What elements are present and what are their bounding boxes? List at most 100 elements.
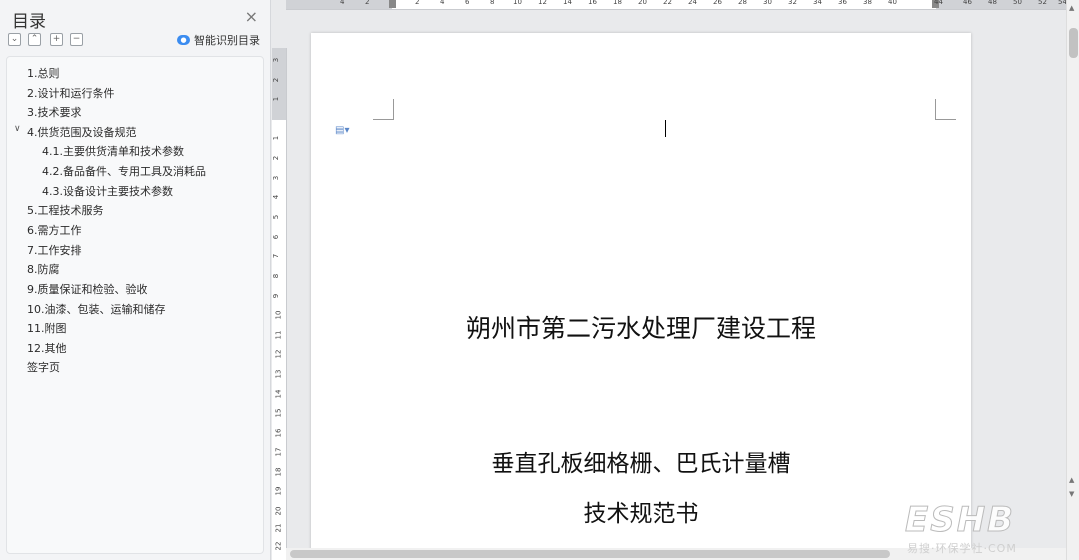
ruler-number: 18 [613, 0, 622, 6]
toc-list: 1.总则 2.设计和运行条件 3.技术要求 ∨ 4.供货范围及设备规范 4.1.… [6, 56, 264, 554]
ruler-number: 34 [813, 0, 822, 6]
left-indent-marker[interactable] [389, 0, 396, 8]
ruler-number: 2 [415, 0, 420, 6]
ruler-number: 4 [340, 0, 345, 6]
ruler-number: 21 [274, 523, 283, 533]
toc-subitem[interactable]: 4.2.备品备件、专用工具及消耗品 [42, 163, 206, 179]
ruler-number: 48 [988, 0, 997, 6]
vertical-ruler[interactable]: 3 2 1 1 2 3 4 5 6 7 8 9 10 11 12 13 14 1… [272, 48, 287, 560]
ruler-number: 3 [272, 57, 281, 63]
scrollbar-thumb[interactable] [1069, 28, 1078, 58]
navigation-pane: 目录 × ⌄ ⌃ + − ● 智能识别目录 1.总则 2.设计和运行条件 3.技… [0, 0, 271, 560]
ruler-number: 2 [272, 77, 281, 83]
ruler-number: 2 [365, 0, 370, 6]
ruler-number: 4 [440, 0, 445, 6]
ruler-number: 46 [963, 0, 972, 6]
cloud-ai-icon: ● [177, 35, 190, 45]
ruler-number: 16 [588, 0, 597, 6]
watermark-logo: ESHB 易搜·环保学社·COM [904, 500, 1070, 558]
ruler-number: 38 [863, 0, 872, 6]
text-cursor [665, 120, 666, 137]
ruler-number: 13 [274, 369, 283, 379]
toc-item[interactable]: 4.供货范围及设备规范 [27, 124, 137, 140]
ruler-number: 8 [272, 273, 281, 279]
ruler-number: 1 [272, 96, 281, 102]
ruler-margin-left [286, 0, 392, 9]
ruler-number: 7 [272, 253, 281, 259]
toc-item[interactable]: 2.设计和运行条件 [27, 85, 115, 101]
smart-toc-label: 智能识别目录 [194, 34, 260, 47]
ruler-number: 4 [272, 194, 281, 200]
toc-item[interactable]: 5.工程技术服务 [27, 202, 104, 218]
toc-item[interactable]: 8.防腐 [27, 261, 60, 277]
ruler-number: 2 [272, 155, 281, 161]
ruler-number: 32 [788, 0, 797, 6]
ruler-number: 14 [274, 389, 283, 399]
ruler-number: 12 [538, 0, 547, 6]
document-title: 朔州市第二污水处理厂建设工程 [465, 314, 816, 343]
ruler-number: 24 [688, 0, 697, 6]
scroll-down-icon[interactable]: ▼ [1069, 490, 1074, 498]
ruler-number: 50 [1013, 0, 1022, 6]
toc-item[interactable]: 12.其他 [27, 340, 67, 356]
ruler-number: 26 [713, 0, 722, 6]
ruler-number: 20 [274, 506, 283, 516]
paragraph-layout-icon[interactable]: ▤▾ [335, 125, 349, 136]
nav-title: 目录 [12, 12, 46, 32]
toc-item[interactable]: 9.质量保证和检验、验收 [27, 281, 148, 297]
document-subtitle: 技术规范书 [583, 501, 699, 527]
ruler-number: 11 [274, 330, 283, 340]
remove-heading-icon[interactable]: − [70, 33, 83, 46]
ruler-number: 17 [274, 447, 283, 457]
scroll-up-icon[interactable]: ▲ [1069, 476, 1074, 484]
ruler-number: 40 [888, 0, 897, 6]
ruler-number: 8 [490, 0, 495, 6]
ruler-number: 28 [738, 0, 747, 6]
ruler-number: 30 [763, 0, 772, 6]
smart-toc-button[interactable]: ● 智能识别目录 [177, 32, 260, 48]
ruler-number: 5 [272, 214, 281, 220]
nav-toolbar: ⌄ ⌃ + − ● 智能识别目录 [8, 32, 264, 50]
toc-item[interactable]: 签字页 [27, 359, 60, 375]
toc-item[interactable]: 10.油漆、包装、运输和储存 [27, 301, 166, 317]
ruler-number: 12 [274, 349, 283, 359]
watermark-small: 易搜·环保学社·COM [907, 542, 1017, 555]
toc-item[interactable]: 11.附图 [27, 320, 67, 336]
ruler-number: 18 [274, 467, 283, 477]
expand-all-icon[interactable]: ⌃ [28, 33, 41, 46]
close-icon[interactable]: × [245, 7, 258, 26]
chevron-down-icon[interactable]: ∨ [14, 124, 21, 134]
ruler-number: 22 [274, 541, 283, 551]
ruler-number: 10 [274, 310, 283, 320]
ruler-number: 36 [838, 0, 847, 6]
toc-subitem[interactable]: 4.3.设备设计主要技术参数 [42, 183, 173, 199]
toc-item[interactable]: 3.技术要求 [27, 104, 82, 120]
toc-item[interactable]: 1.总则 [27, 65, 60, 81]
ruler-number: 52 [1038, 0, 1047, 6]
ruler-number: 15 [274, 408, 283, 418]
ruler-number: 6 [272, 234, 281, 240]
horizontal-ruler[interactable]: 4 2 2 4 6 8 10 12 14 16 18 20 22 24 26 2… [286, 0, 1067, 10]
nav-header: 目录 × [10, 4, 262, 32]
ruler-number: 14 [563, 0, 572, 6]
add-heading-icon[interactable]: + [50, 33, 63, 46]
ruler-number: 20 [638, 0, 647, 6]
toc-item[interactable]: 7.工作安排 [27, 242, 82, 258]
ruler-number: 6 [465, 0, 470, 6]
ruler-number: 1 [272, 135, 281, 141]
scrollbar-thumb[interactable] [290, 550, 890, 558]
ruler-number: 9 [272, 293, 281, 299]
ruler-number: 19 [274, 486, 283, 496]
vertical-scrollbar[interactable]: ▲ ▲ ▼ [1066, 0, 1079, 560]
toc-subitem[interactable]: 4.1.主要供货清单和技术参数 [42, 143, 184, 159]
ruler-number: 16 [274, 428, 283, 438]
scroll-up-icon[interactable]: ▲ [1069, 4, 1074, 12]
toc-item[interactable]: 6.需方工作 [27, 222, 82, 238]
margin-corner-mark [373, 99, 394, 120]
margin-corner-mark [935, 99, 956, 120]
document-subtitle: 垂直孔板细格栅、巴氏计量槽 [491, 451, 791, 477]
document-page[interactable]: ▤▾ 朔州市第二污水处理厂建设工程 垂直孔板细格栅、巴氏计量槽 技术规范书 [311, 33, 971, 560]
ruler-number: 22 [663, 0, 672, 6]
collapse-all-icon[interactable]: ⌄ [8, 33, 21, 46]
ruler-number: 10 [513, 0, 522, 6]
